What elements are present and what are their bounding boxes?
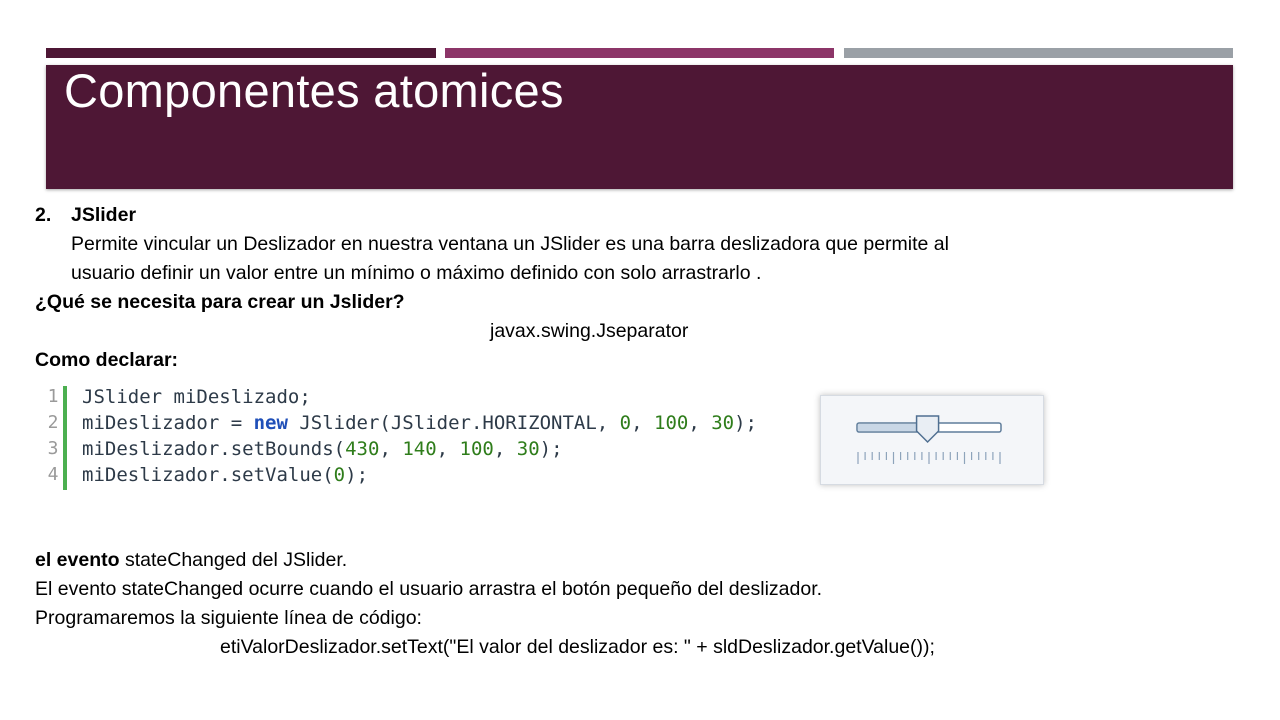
code-text: JSlider(JSlider.HORIZONTAL, xyxy=(287,412,620,434)
code-text: ); xyxy=(734,412,757,434)
final-code-line: etiValorDeslizador.setText("El valor del… xyxy=(220,636,935,658)
code-text: ); xyxy=(539,438,563,460)
description-line-2: usuario definir un valor entre un mínimo… xyxy=(71,262,762,284)
accent-bar-2 xyxy=(445,48,834,58)
code-text: , xyxy=(631,412,654,434)
slider-preview-graphic xyxy=(856,415,1002,464)
program-line: Programaremos la siguiente línea de códi… xyxy=(35,607,422,629)
code-text: , xyxy=(688,412,712,434)
package-name: javax.swing.Jseparator xyxy=(490,320,689,342)
declare-heading: Como declarar: xyxy=(35,349,179,371)
code-keyword: new xyxy=(253,412,288,434)
line-number: 3 xyxy=(47,438,59,459)
code-number: 100 xyxy=(654,412,689,434)
code-number: 0 xyxy=(619,412,632,434)
description-line-1: Permite vincular un Deslizador en nuestr… xyxy=(71,233,949,255)
code-line-4: miDeslizador.setValue(0); xyxy=(82,462,757,488)
code-number: 430 xyxy=(345,438,380,460)
slider-thumb xyxy=(915,415,940,444)
accent-bar-1 xyxy=(46,48,436,58)
event-heading-rest: stateChanged del JSlider. xyxy=(119,549,348,571)
line-number-gutter: 1 2 3 4 xyxy=(42,384,64,488)
code-text: , xyxy=(379,438,403,460)
line-number: 1 xyxy=(47,386,59,407)
code-text: miDeslizador = xyxy=(82,412,254,434)
code-number: 0 xyxy=(333,464,346,486)
code-line-1: JSlider miDeslizado; xyxy=(82,384,757,410)
item-number: 2. xyxy=(35,204,52,226)
code-text: , xyxy=(436,438,460,460)
code-text: miDeslizador.setValue( xyxy=(82,464,334,486)
event-description: El evento stateChanged ocurre cuando el … xyxy=(35,578,823,600)
question-heading: ¿Qué se necesita para crear un Jslider? xyxy=(35,291,405,313)
code-number: 100 xyxy=(459,438,494,460)
event-heading: el evento stateChanged del JSlider. xyxy=(35,546,347,574)
event-heading-bold: el evento xyxy=(35,549,120,571)
code-snippet: 1 2 3 4 JSlider miDeslizado; miDeslizado… xyxy=(42,384,757,492)
code-text: ); xyxy=(345,464,369,486)
code-text: JSlider miDeslizado; xyxy=(82,386,311,408)
code-line-2: miDeslizador = new JSlider(JSlider.HORIZ… xyxy=(82,410,757,436)
slider-ticks xyxy=(857,452,1001,464)
item-title: JSlider xyxy=(71,204,137,226)
code-number: 30 xyxy=(516,438,540,460)
code-lines: JSlider miDeslizado; miDeslizador = new … xyxy=(82,384,757,488)
accent-bar-3 xyxy=(844,48,1233,58)
code-line-3: miDeslizador.setBounds(430, 140, 100, 30… xyxy=(82,436,757,462)
slide-title: Componentes atomices xyxy=(64,64,564,117)
line-number: 2 xyxy=(47,412,59,433)
code-text: , xyxy=(493,438,517,460)
slider-preview xyxy=(820,395,1044,485)
code-number: 30 xyxy=(711,412,735,434)
code-number: 140 xyxy=(402,438,437,460)
code-text: miDeslizador.setBounds( xyxy=(82,438,346,460)
line-number: 4 xyxy=(47,464,59,485)
gutter-change-bar xyxy=(63,386,67,490)
